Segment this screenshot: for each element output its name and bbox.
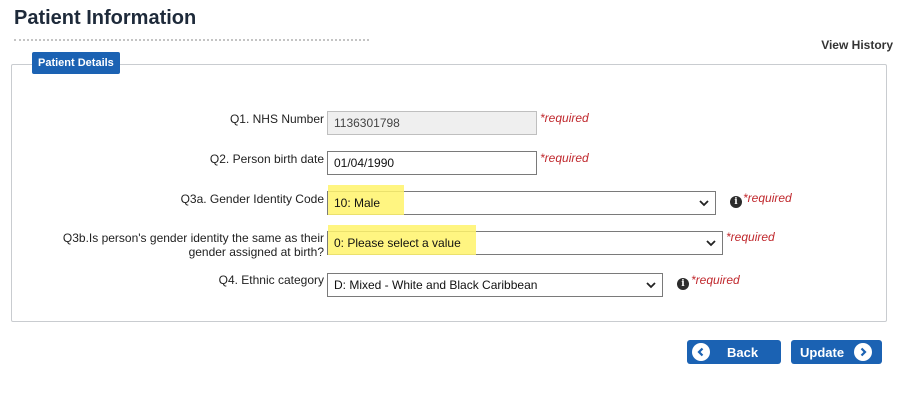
info-icon[interactable]: i <box>677 278 689 290</box>
chevron-down-icon <box>706 240 716 247</box>
chevron-down-icon <box>699 200 709 207</box>
back-button[interactable]: Back <box>687 340 781 364</box>
chevron-down-icon <box>646 282 656 289</box>
update-button[interactable]: Update <box>791 340 882 364</box>
ethnic-category-label: Q4. Ethnic category <box>218 273 324 287</box>
info-icon[interactable]: i <box>730 196 742 208</box>
birth-date-required: *required <box>540 151 589 165</box>
nhs-number-required: *required <box>540 111 589 125</box>
page-title: Patient Information <box>14 7 197 29</box>
birth-date-label: Q2. Person birth date <box>209 152 324 166</box>
nhs-number-field: 1136301798 <box>327 111 537 135</box>
patient-details-tab: Patient Details <box>32 52 120 74</box>
gender-same-label-line1: Q3b.Is person's gender identity the same… <box>62 231 324 245</box>
ethnic-category-select[interactable]: D: Mixed - White and Black Caribbean <box>327 273 663 297</box>
gender-identity-value: 10: Male <box>334 196 381 210</box>
gender-same-value: 0: Please select a value <box>334 236 461 250</box>
chevron-left-circle-icon <box>692 343 710 361</box>
gender-same-label-line2: gender assigned at birth? <box>188 245 324 259</box>
chevron-right-circle-icon <box>854 343 873 361</box>
gender-identity-required: *required <box>743 191 792 205</box>
gender-same-required: *required <box>726 230 775 244</box>
ethnic-category-required: *required <box>691 273 740 287</box>
birth-date-input[interactable]: 01/04/1990 <box>327 151 537 175</box>
nhs-number-label: Q1. NHS Number <box>229 112 324 126</box>
update-button-label: Update <box>800 344 845 360</box>
view-history-link[interactable]: View History <box>821 38 893 52</box>
gender-same-select[interactable]: 0: Please select a value <box>327 231 723 255</box>
ethnic-category-value: D: Mixed - White and Black Caribbean <box>334 278 538 292</box>
back-button-label: Back <box>727 344 759 360</box>
title-divider <box>14 39 369 41</box>
gender-identity-label: Q3a. Gender Identity Code <box>180 192 324 206</box>
